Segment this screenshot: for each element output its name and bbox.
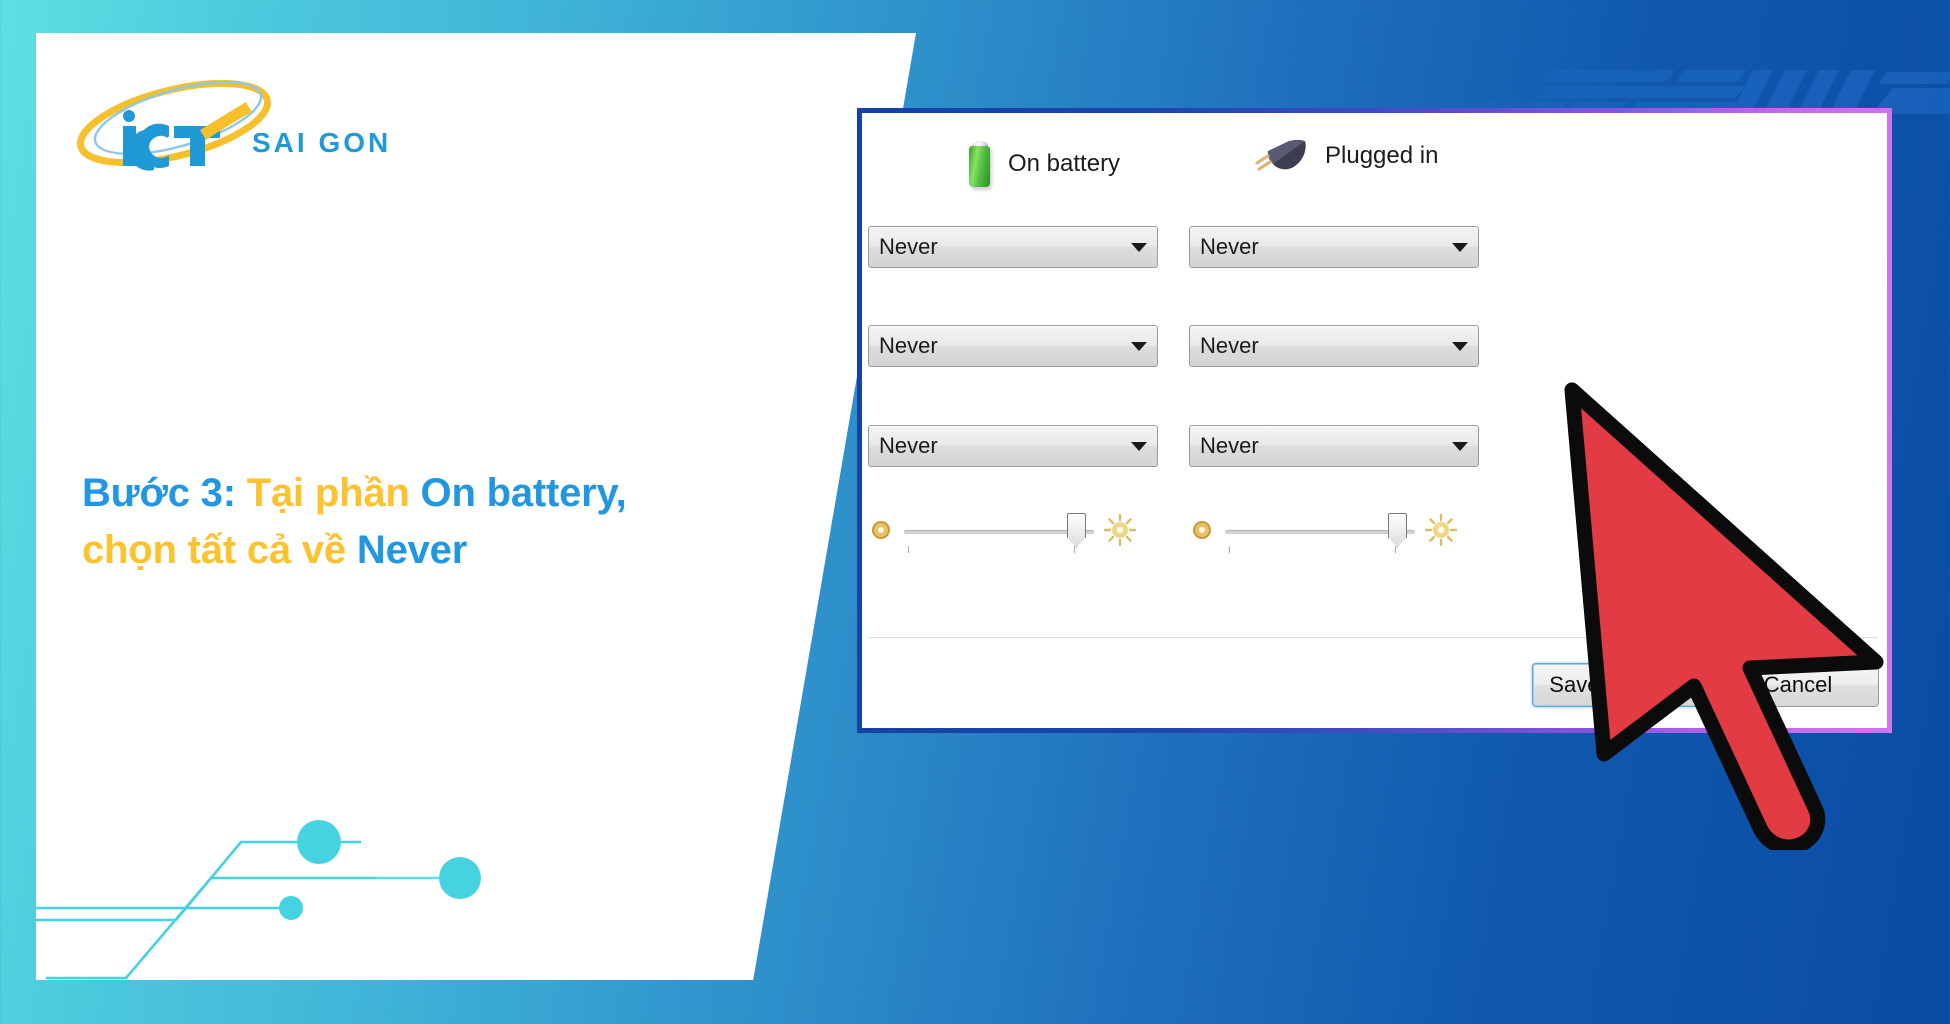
headline-at-section: Tại phần [246, 471, 410, 515]
combo-plugged-in-row3[interactable]: Never [1189, 425, 1479, 467]
power-options-dialog: On battery Plugged in Never Never Never … [857, 108, 1892, 733]
cancel-button[interactable]: Cancel [1717, 663, 1879, 707]
column-header-plugged-in: Plugged in [1255, 139, 1438, 173]
combo-plugged-in-row2[interactable]: Never [1189, 325, 1479, 367]
chevron-down-icon[interactable] [1129, 243, 1157, 252]
chevron-down-icon[interactable] [1450, 342, 1478, 351]
column-headers: On battery Plugged in [862, 139, 1887, 201]
column-header-on-battery-label: On battery [1008, 150, 1121, 177]
headline-on-battery: On battery, [420, 471, 627, 515]
combo-plugged-in-row1[interactable]: Never [1189, 226, 1479, 268]
headline-step: Bước 3: [82, 471, 236, 515]
combo-on-battery-row3[interactable]: Never [868, 425, 1158, 467]
column-header-on-battery: On battery [966, 139, 1120, 189]
battery-icon [966, 139, 992, 189]
brightness-thumb-on-battery[interactable] [1067, 513, 1086, 547]
column-header-plugged-in-label: Plugged in [1325, 142, 1439, 169]
combo-on-battery-row2[interactable]: Never [868, 325, 1158, 367]
brightness-track-on-battery[interactable] [904, 513, 1094, 553]
bright-brightness-icon [1103, 513, 1137, 551]
brightness-slider-on-battery[interactable] [868, 509, 1137, 555]
combo-on-battery-row2-value: Never [879, 333, 938, 358]
circuit-dot-large [439, 857, 481, 899]
headline-never: Never [356, 527, 468, 572]
content-card: SAI GON Bước 3: Tại phần On battery, chọ… [36, 33, 916, 980]
brightness-track-plugged-in[interactable] [1225, 513, 1415, 553]
combo-on-battery-row1-value: Never [879, 234, 938, 259]
chevron-down-icon[interactable] [1129, 342, 1157, 351]
chevron-down-icon[interactable] [1450, 243, 1478, 252]
brand-secondary-text: SAI GON [252, 127, 391, 158]
footer-divider [868, 637, 1878, 639]
brand-logo: SAI GON [74, 78, 394, 186]
circuit-dot-small [279, 896, 303, 920]
combo-on-battery-row3-value: Never [879, 433, 938, 458]
page-title: Bước 3: Tại phần On battery, chọn tất cả… [82, 465, 722, 579]
circuit-decoration [36, 800, 506, 980]
dim-brightness-icon [1189, 517, 1215, 548]
headline-select-all: chọn tất cả về [82, 527, 346, 572]
brightness-slider-plugged-in[interactable] [1189, 509, 1458, 555]
combo-on-battery-row1[interactable]: Never [868, 226, 1158, 268]
bright-brightness-icon [1424, 513, 1458, 551]
chevron-down-icon[interactable] [1450, 442, 1478, 451]
chevron-down-icon[interactable] [1129, 442, 1157, 451]
dim-brightness-icon [868, 517, 894, 548]
power-plug-icon [1255, 139, 1309, 173]
brightness-thumb-plugged-in[interactable] [1388, 513, 1407, 547]
save-changes-button[interactable]: Save changes [1532, 663, 1706, 707]
combo-plugged-in-row1-value: Never [1200, 234, 1259, 259]
circuit-dot-large [297, 820, 341, 864]
combo-plugged-in-row2-value: Never [1200, 333, 1259, 358]
combo-plugged-in-row3-value: Never [1200, 433, 1259, 458]
